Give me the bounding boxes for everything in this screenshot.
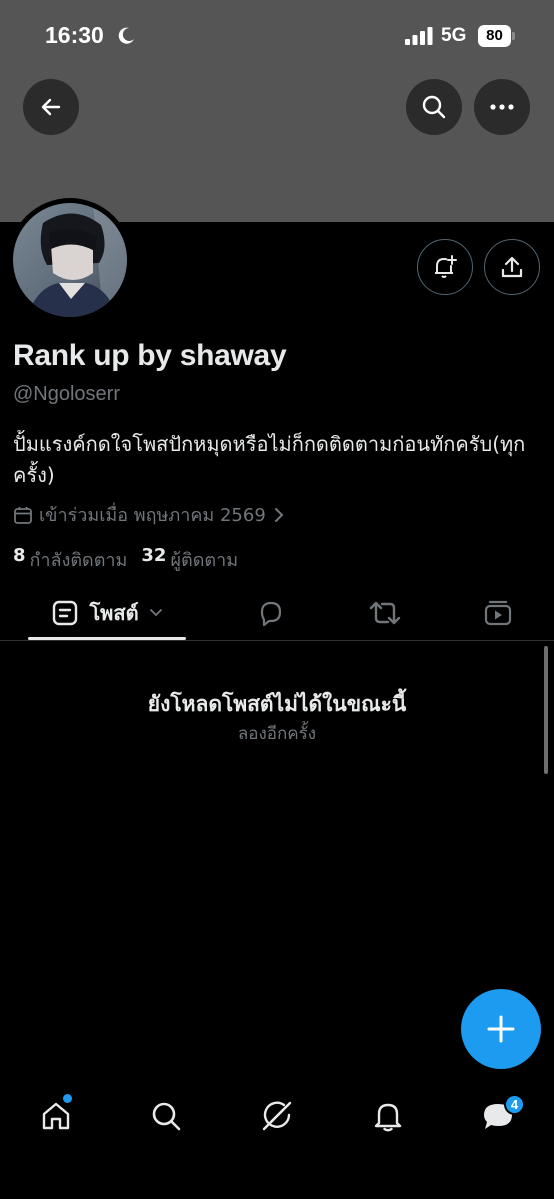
share-icon: [501, 256, 523, 278]
chevron-down-icon[interactable]: [149, 608, 163, 618]
follow-stats: 8 กำลังติดตาม 32 ผู้ติดตาม: [13, 545, 252, 574]
posts-icon: [53, 600, 78, 626]
repost-icon: [369, 601, 401, 625]
search-button[interactable]: [406, 79, 462, 135]
calendar-icon: [14, 506, 32, 524]
chevron-right-icon: [274, 507, 284, 522]
empty-state-title: ยังโหลดโพสต์ไม่ได้ในขณะนี้: [147, 692, 407, 716]
nav-notifications[interactable]: [358, 1084, 418, 1148]
more-options-button[interactable]: [474, 79, 530, 135]
status-time: 16:30: [45, 22, 104, 48]
display-name: Rank up by shaway: [13, 339, 287, 372]
retry-link[interactable]: ลองอีกครั้ง: [0, 720, 554, 747]
share-button[interactable]: [484, 239, 540, 295]
home-icon: [42, 1102, 70, 1130]
network-label: 5G: [441, 25, 467, 46]
tab-replies[interactable]: [250, 585, 292, 641]
tab-reposts[interactable]: [364, 585, 406, 641]
plus-icon: [487, 1015, 515, 1043]
tab-posts-label: โพสต์: [89, 601, 139, 625]
bell-plus-icon: [435, 255, 457, 278]
status-bar: 16:30 5G 80: [0, 0, 554, 74]
back-arrow-icon: [41, 98, 61, 116]
followers-count[interactable]: 32: [141, 545, 166, 574]
messages-badge: 4: [504, 1094, 525, 1115]
tab-media[interactable]: [477, 585, 519, 641]
battery-indicator: 80: [478, 25, 515, 47]
grok-icon: [262, 1101, 292, 1131]
nav-grok[interactable]: [247, 1084, 307, 1148]
profile-tabs: โพสต์: [0, 585, 554, 641]
reply-icon: [260, 601, 282, 627]
following-count[interactable]: 8: [13, 545, 26, 574]
search-icon: [152, 1102, 181, 1131]
media-icon: [484, 600, 512, 626]
followers-label[interactable]: ผู้ติดตาม: [170, 545, 238, 574]
profile-bio: ปั้มแรงค์กดใจโพสปักหมุดหรือไม่ก็กดติดตาม…: [13, 432, 526, 487]
following-label[interactable]: กำลังติดตาม: [30, 545, 128, 574]
battery-level: 80: [486, 27, 503, 44]
joined-date[interactable]: เข้าร่วมเมื่อ พฤษภาคม 2569: [13, 500, 290, 529]
nav-search[interactable]: [136, 1084, 196, 1148]
compose-button[interactable]: [461, 989, 541, 1069]
nav-home[interactable]: [26, 1084, 86, 1148]
user-handle: @Ngoloserr: [13, 383, 121, 405]
moon-icon: [118, 27, 134, 44]
tab-posts[interactable]: โพสต์: [28, 585, 186, 641]
joined-label: เข้าร่วมเมื่อ พฤษภาคม 2569: [39, 505, 266, 526]
search-icon: [422, 95, 446, 119]
tab-active-indicator: [28, 637, 186, 640]
nav-messages[interactable]: 4: [468, 1084, 528, 1148]
notify-button[interactable]: [417, 239, 473, 295]
home-notification-dot: [63, 1094, 72, 1103]
bell-icon: [374, 1103, 402, 1132]
back-button[interactable]: [23, 79, 79, 135]
more-icon: [490, 104, 514, 110]
signal-icon: [405, 27, 433, 45]
avatar[interactable]: [13, 203, 127, 317]
bottom-nav: 4: [0, 1084, 554, 1148]
